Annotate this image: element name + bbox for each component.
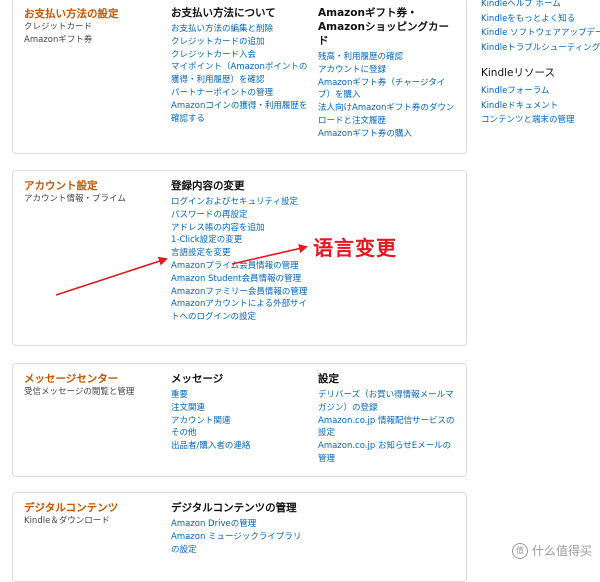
link-balance-history[interactable]: 残高・利用履歴の確認 [318, 51, 458, 64]
watermark-text: 什么值得买 [531, 544, 592, 558]
kindle-resources-heading: Kindleリソース [481, 67, 555, 79]
link-password-reset[interactable]: パスワードの再設定 [171, 209, 309, 222]
link-family-membership[interactable]: Amazonファミリー会員情報の管理 [171, 286, 309, 299]
link-notification-email[interactable]: Amazon.co.jp お知らせEメールの管理 [318, 440, 458, 466]
watermark: 值 什么值得买 [511, 542, 592, 559]
link-amazon-coins[interactable]: Amazonコインの獲得・利用履歴を確認する [171, 100, 309, 126]
account-settings-card: アカウント設定 アカウント情報・プライム 登録内容の変更 ログインおよびセキュリ… [12, 170, 467, 346]
link-edit-payment[interactable]: お支払い方法の編集と削除 [171, 23, 309, 36]
gift-card-column: Amazonギフト券・Amazonショッピングカード 残高・利用履歴の確認 アカ… [318, 6, 458, 141]
registration-column: 登録内容の変更 ログインおよびセキュリティ設定 パスワードの再設定 アドレス帳の… [171, 179, 309, 324]
payment-methods-heading: お支払い方法について [171, 7, 276, 19]
link-kindle-forum[interactable]: Kindleフォーラム [481, 84, 600, 99]
link-account-related[interactable]: アカウント関連 [171, 415, 309, 428]
link-register-gift-card[interactable]: アカウントに登録 [318, 64, 458, 77]
link-music-library[interactable]: Amazon ミュージックライブラリの設定 [171, 531, 309, 557]
link-add-credit-card[interactable]: クレジットカードの追加 [171, 36, 309, 49]
account-settings-title[interactable]: アカウント設定 [24, 178, 98, 193]
message-settings-heading: 設定 [318, 373, 339, 385]
language-change-annotation: 语言变更 [313, 236, 397, 260]
payment-settings-title[interactable]: お支払い方法の設定 [24, 6, 119, 21]
digital-content-card: デジタルコンテンツ Kindle＆ダウンロード デジタルコンテンツの管理 Ama… [12, 492, 467, 582]
message-settings-column: 設定 デリバーズ（お買い得情報メールマガジン）の登録 Amazon.co.jp … [318, 372, 458, 466]
link-kindle-help-home[interactable]: Kindleヘルプ ホーム [481, 0, 600, 12]
registration-heading: 登録内容の変更 [171, 180, 245, 192]
messages-heading: メッセージ [171, 373, 224, 385]
link-buy-charge-gift[interactable]: Amazonギフト券（チャージタイプ）を購入 [318, 77, 458, 103]
digital-management-heading: デジタルコンテンツの管理 [171, 502, 297, 514]
link-partner-points[interactable]: パートナーポイントの管理 [171, 87, 309, 100]
link-1click-settings[interactable]: 1-Click設定の変更 [171, 234, 309, 247]
link-external-login[interactable]: Amazonアカウントによる外部サイトへのログインの設定 [171, 298, 309, 324]
link-info-delivery[interactable]: Amazon.co.jp 情報配信サービスの設定 [318, 415, 458, 441]
message-center-card: メッセージセンター 受信メッセージの閲覧と管理 メッセージ 重要 注文関連 アカ… [12, 363, 467, 477]
link-student-membership[interactable]: Amazon Student会員情報の管理 [171, 273, 309, 286]
digital-management-column: デジタルコンテンツの管理 Amazon Driveの管理 Amazon ミュージ… [171, 501, 309, 556]
link-deals-newsletter[interactable]: デリバーズ（お買い得情報メールマガジン）の登録 [318, 389, 458, 415]
subtitle-credit-card: クレジットカード [24, 22, 93, 32]
link-credit-card-signup[interactable]: クレジットカード入会 [171, 49, 309, 62]
link-address-book[interactable]: アドレス帳の内容を追加 [171, 222, 309, 235]
payment-settings-subtitle: クレジットカード Amazonギフト券 [24, 21, 92, 47]
link-order-related[interactable]: 注文関連 [171, 402, 309, 415]
digital-content-title[interactable]: デジタルコンテンツ [24, 500, 118, 515]
watermark-logo-icon: 值 [511, 542, 528, 559]
link-login-security[interactable]: ログインおよびセキュリティ設定 [171, 196, 309, 209]
link-amazon-drive[interactable]: Amazon Driveの管理 [171, 518, 309, 531]
gift-card-heading: Amazonギフト券・Amazonショッピングカード [318, 7, 449, 47]
digital-content-subtitle: Kindle＆ダウンロード [24, 516, 110, 526]
link-content-devices[interactable]: コンテンツと端末の管理 [481, 113, 600, 128]
subtitle-gift-card: Amazonギフト券 [24, 35, 93, 45]
link-language-settings[interactable]: 言語設定を変更 [171, 247, 309, 260]
link-important[interactable]: 重要 [171, 389, 309, 402]
link-kindle-software-update[interactable]: Kindle ソフトウェアアップデート [481, 26, 600, 41]
link-seller-buyer-contact[interactable]: 出品者/購入者の連絡 [171, 440, 309, 453]
link-kindle-troubleshooting[interactable]: Kindleトラブルシューティング [481, 41, 600, 56]
link-buy-gift-card[interactable]: Amazonギフト券の購入 [318, 128, 458, 141]
kindle-panel: Kindleヘルプ ホーム Kindleをもっとよく知る Kindle ソフトウ… [481, 0, 600, 128]
link-my-points[interactable]: マイポイント（Amazonポイントの獲得・利用履歴）を確認 [171, 61, 309, 87]
message-center-title[interactable]: メッセージセンター [24, 371, 118, 386]
link-kindle-documents[interactable]: Kindleドキュメント [481, 99, 600, 114]
link-corporate-gift-download[interactable]: 法人向けAmazonギフト券のダウンロードと注文履歴 [318, 102, 458, 128]
link-prime-membership[interactable]: Amazonプライム会員情報の管理 [171, 260, 309, 273]
payment-settings-card: お支払い方法の設定 クレジットカード Amazonギフト券 お支払い方法について… [12, 0, 467, 154]
account-settings-subtitle: アカウント情報・プライム [24, 194, 126, 204]
link-kindle-learn-more[interactable]: Kindleをもっとよく知る [481, 12, 600, 27]
message-center-subtitle: 受信メッセージの閲覧と管理 [24, 387, 135, 397]
messages-column: メッセージ 重要 注文関連 アカウント関連 その他 出品者/購入者の連絡 [171, 372, 309, 453]
payment-methods-column: お支払い方法について お支払い方法の編集と削除 クレジットカードの追加 クレジッ… [171, 6, 309, 125]
link-other[interactable]: その他 [171, 427, 309, 440]
